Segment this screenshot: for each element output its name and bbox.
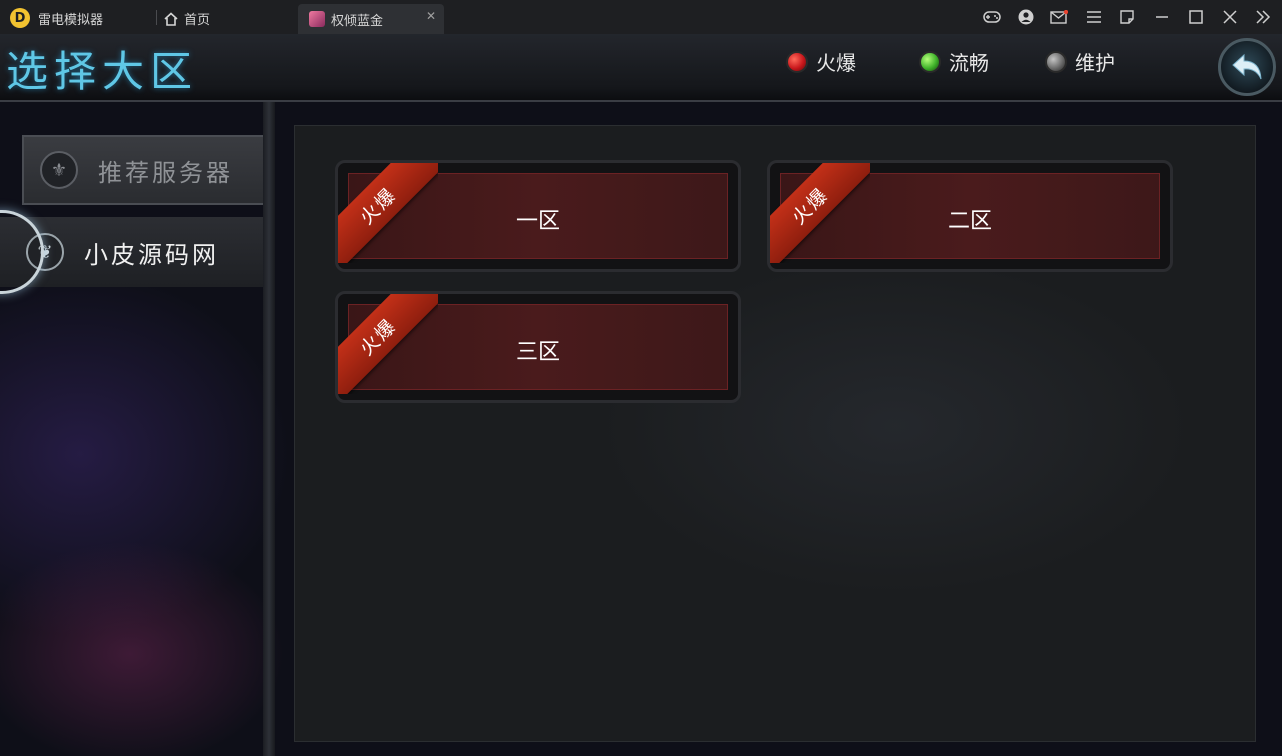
expand-sidebar-icon[interactable] <box>1253 7 1273 27</box>
legend-maintenance-label: 维护 <box>1075 51 1115 75</box>
game-app-icon <box>309 11 325 27</box>
ribbon-label: 火爆 <box>355 314 401 360</box>
legend-smooth: 流畅 <box>919 47 989 76</box>
close-tab-icon[interactable]: ✕ <box>426 9 436 23</box>
legend-hot: 火爆 <box>786 47 856 76</box>
red-status-dot-icon <box>786 50 808 73</box>
screenshot-icon[interactable] <box>1117 7 1137 27</box>
app-name: 雷电模拟器 <box>38 13 104 28</box>
sidebar-item-recommended-servers[interactable]: ⚜ 推荐服务器 <box>22 135 264 205</box>
server-card-1[interactable]: 一区 火爆 <box>335 160 741 272</box>
close-window-icon[interactable] <box>1220 7 1240 27</box>
server-list-panel: 一区 火爆 二区 火爆 三区 火爆 <box>294 125 1256 742</box>
back-arrow-icon <box>1232 53 1262 80</box>
ribbon-label: 火爆 <box>355 183 401 229</box>
legend-smooth-label: 流畅 <box>949 51 989 75</box>
app-logo-icon: D <box>10 8 30 28</box>
tab-home-label: 首页 <box>184 13 211 28</box>
game-header: 选择大区 火爆 流畅 维护 <box>0 34 1282 102</box>
sidebar-divider <box>263 102 275 756</box>
game-screen: 选择大区 火爆 流畅 维护 ⚜ 推荐服务器 ❦ 小皮源码网 一区 火爆 二区 火… <box>0 34 1282 756</box>
server-card-2[interactable]: 二区 火爆 <box>767 160 1173 272</box>
hot-ribbon: 火爆 <box>338 294 438 394</box>
gray-status-dot-icon <box>1045 50 1067 73</box>
legend-hot-label: 火爆 <box>816 51 856 75</box>
legend-maintenance: 维护 <box>1045 47 1115 76</box>
account-icon[interactable] <box>1016 7 1036 27</box>
tab-game-label: 权倾蓝金 <box>331 14 384 29</box>
emulator-titlebar: D 雷电模拟器 首页 权倾蓝金 ✕ <box>0 0 1282 34</box>
page-title: 选择大区 <box>6 47 199 96</box>
hot-ribbon: 火爆 <box>770 163 870 263</box>
menu-icon[interactable] <box>1084 7 1104 27</box>
green-status-dot-icon <box>919 50 941 73</box>
tab-separator <box>156 10 157 25</box>
home-icon <box>164 11 178 26</box>
minimize-icon[interactable] <box>1152 7 1172 27</box>
mail-icon[interactable] <box>1049 7 1069 27</box>
server-card-3[interactable]: 三区 火爆 <box>335 291 741 403</box>
ribbon-label: 火爆 <box>787 183 833 229</box>
gamepad-icon[interactable] <box>982 7 1002 27</box>
maximize-icon[interactable] <box>1186 7 1206 27</box>
sidebar-item-recommended-label: 推荐服务器 <box>98 158 233 187</box>
tab-game[interactable]: 权倾蓝金 ✕ <box>298 4 444 34</box>
hot-ribbon: 火爆 <box>338 163 438 263</box>
sidebar-item-selected-label: 小皮源码网 <box>84 240 219 269</box>
tab-home[interactable]: 首页 <box>164 9 210 28</box>
back-button[interactable] <box>1218 38 1276 96</box>
emblem-icon: ⚜ <box>40 151 78 189</box>
